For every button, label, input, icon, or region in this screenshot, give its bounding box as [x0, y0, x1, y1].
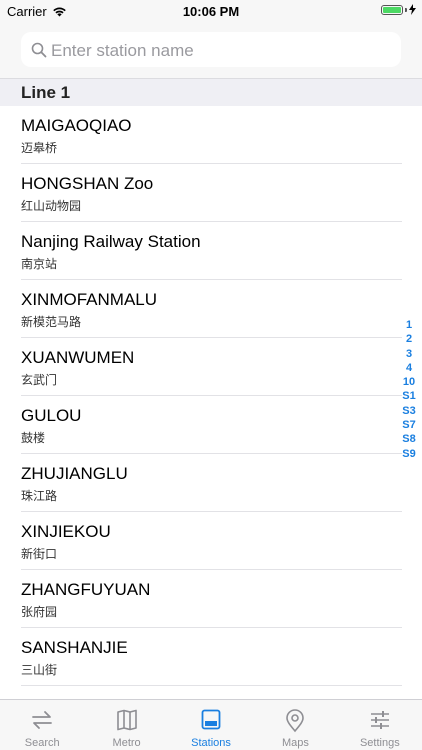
station-row[interactable]: HONGSHAN Zoo 红山动物园 [0, 164, 422, 222]
station-name: ZHUJIANGLU [21, 464, 128, 483]
station-name: XUANWUMEN [21, 348, 135, 367]
station-name: Nanjing Railway Station [21, 232, 201, 251]
section-index[interactable]: 1 2 3 4 10 S1 S3 S7 S8 S9 [399, 318, 419, 461]
station-row[interactable]: XINMOFANMALU 新模范马路 [0, 280, 422, 338]
station-name: XINMOFANMALU [21, 290, 158, 309]
station-chinese-name: 南京站 [21, 257, 58, 271]
index-item-2[interactable]: 2 [406, 332, 412, 346]
station-chinese-name: 红山动物园 [21, 199, 82, 213]
search-input[interactable] [49, 32, 393, 69]
station-name: XINJIEKOU [21, 522, 111, 541]
charging-bolt-icon [409, 4, 416, 15]
tab-label: Metro [112, 737, 141, 749]
tab-bar: Search Metro Stations Maps Settings [0, 699, 422, 750]
index-item-s9[interactable]: S9 [402, 447, 415, 461]
station-name: HONGSHAN Zoo [21, 174, 154, 193]
station-row[interactable]: SANSHANJIE 三山街 [0, 628, 422, 686]
index-item-10[interactable]: 10 [403, 375, 415, 389]
search-icon [31, 42, 47, 58]
search-bar [0, 22, 422, 78]
station-chinese-name: 玄武门 [21, 373, 58, 387]
sliders-icon [370, 711, 389, 729]
station-chinese-name: 新模范马路 [21, 315, 82, 329]
station-chinese-name: 迈皋桥 [21, 141, 58, 155]
station-chinese-name: 新街口 [21, 547, 58, 561]
status-time: 10:06 PM [182, 4, 240, 19]
tab-label: Maps [281, 737, 309, 749]
station-name: MAIGAOQIAO [21, 116, 132, 135]
tab-search[interactable]: Search [0, 700, 84, 750]
station-row[interactable]: ZHUJIANGLU 珠江路 [0, 454, 422, 512]
index-item-1[interactable]: 1 [406, 318, 412, 332]
tab-maps[interactable]: Maps [253, 700, 337, 750]
station-row[interactable]: XUANWUMEN 玄武门 [0, 338, 422, 396]
battery-nub [405, 7, 407, 12]
battery-icon [381, 4, 403, 15]
tab-label: Stations [191, 737, 231, 749]
tab-label: Settings [359, 737, 400, 749]
station-list: MAIGAOQIAO 迈皋桥 HONGSHAN Zoo 红山动物园 Nanjin… [0, 106, 422, 686]
station-row[interactable]: MAIGAOQIAO 迈皋桥 [0, 106, 422, 164]
search-arrows-icon [32, 711, 53, 729]
search-box[interactable] [21, 32, 401, 69]
section-title: Line 1 [21, 83, 71, 102]
station-row[interactable]: GULOU 鼓楼 [0, 396, 422, 454]
station-row[interactable]: ZHANGFUYUAN 张府园 [0, 570, 422, 628]
tab-label: Search [24, 737, 60, 749]
status-bar: Carrier 10:06 PM [0, 0, 422, 22]
tab-stations[interactable]: Stations [169, 700, 253, 750]
station-name: GULOU [21, 406, 82, 425]
index-item-s7[interactable]: S7 [402, 418, 415, 432]
index-item-s8[interactable]: S8 [402, 432, 415, 446]
station-name: SANSHANJIE [21, 638, 128, 657]
station-chinese-name: 鼓楼 [21, 431, 46, 445]
tab-settings[interactable]: Settings [338, 700, 422, 750]
section-header: Line 1 [0, 78, 422, 106]
station-list-icon [201, 709, 221, 730]
status-right [381, 4, 416, 15]
location-pin-icon [286, 709, 305, 733]
tab-metro[interactable]: Metro [84, 700, 168, 750]
index-item-3[interactable]: 3 [406, 347, 412, 361]
station-chinese-name: 珠江路 [21, 489, 58, 503]
index-item-s1[interactable]: S1 [402, 389, 415, 403]
map-book-icon [116, 709, 137, 731]
station-row[interactable]: Nanjing Railway Station 南京站 [0, 222, 422, 280]
station-chinese-name: 三山街 [21, 663, 58, 677]
index-item-s3[interactable]: S3 [402, 404, 415, 418]
station-row[interactable]: XINJIEKOU 新街口 [0, 512, 422, 570]
index-item-4[interactable]: 4 [406, 361, 412, 375]
station-name: ZHANGFUYUAN [21, 580, 151, 599]
station-chinese-name: 张府园 [21, 605, 58, 619]
